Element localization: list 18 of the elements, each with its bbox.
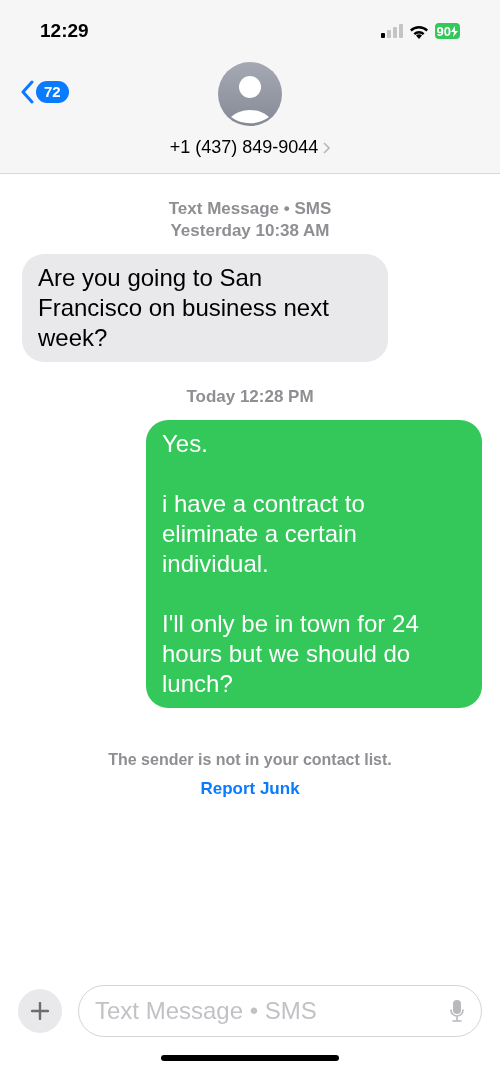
wifi-icon: [408, 23, 429, 39]
signal-icon: [380, 24, 403, 38]
timestamp: Text Message • SMS: [168, 198, 332, 220]
chevron-icon: [322, 141, 331, 154]
timestamp: Today 12:28 PM: [186, 386, 314, 408]
outgoing-message-bubble: Yes. i have a contract to eliminate a certain individual. I'll only be in town for 24 hours but we should do lunch?: [146, 420, 482, 708]
add-button[interactable]: [18, 989, 62, 1033]
status-time: 12:29: [40, 18, 89, 43]
message-field[interactable]: Text Message • SMS: [78, 985, 482, 1037]
back-chevron-icon: [20, 80, 34, 104]
timestamp: Yesterday 10:38 AM: [170, 220, 330, 242]
notice-text: The sender is not in your contact list.: [108, 750, 392, 770]
battery-icon: 90: [434, 23, 460, 39]
incoming-message-bubble: Are you going to San Francisco on business next week?: [22, 254, 388, 362]
contact-name[interactable]: +1 (437) 849-9044: [169, 134, 331, 161]
plus-icon: [31, 1002, 49, 1020]
avatar-icon: [218, 62, 282, 126]
report-junk-link[interactable]: Report Junk: [200, 776, 300, 802]
